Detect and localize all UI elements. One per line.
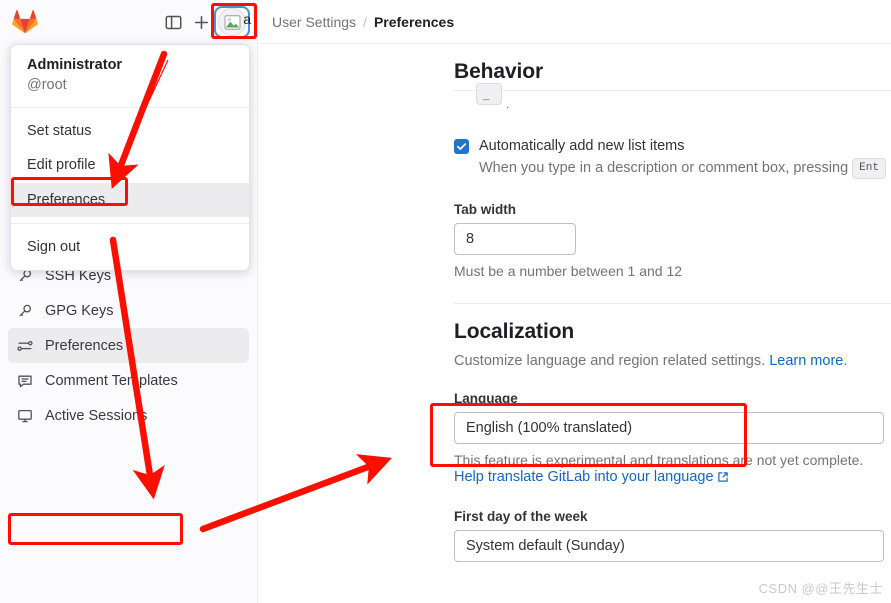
translate-link-row: Help translate GitLab into your language [454, 469, 891, 487]
kbd-enter: Ent [852, 158, 886, 179]
key-icon [16, 302, 33, 319]
section-title-localization: Localization [454, 319, 575, 343]
monitor-icon [16, 407, 33, 424]
sidebar-item-label: Active Sessions [45, 407, 148, 424]
breadcrumb-separator: / [363, 13, 367, 30]
sidebar-item-comment-templates[interactable]: Comment Templates [8, 363, 249, 398]
highlight-box-sidebar-preferences [8, 513, 183, 545]
gitlab-logo-icon[interactable] [12, 9, 38, 35]
input-tab-width[interactable]: 8 [454, 222, 576, 255]
sidebar-header: a [0, 0, 257, 44]
panel-toggle-icon[interactable] [159, 8, 187, 36]
kbd-underscore: _ [476, 83, 502, 105]
localization-description: Customize language and region related se… [454, 353, 891, 369]
sidebar-item-label: GPG Keys [45, 302, 114, 319]
clipped-scrolled-text-row: _ . [454, 83, 891, 120]
user-avatar-button[interactable]: a [214, 6, 251, 38]
avatar: a [218, 8, 251, 36]
learn-more-link[interactable]: Learn more. [769, 353, 847, 369]
checkbox-label: Automatically add new list items [479, 138, 685, 154]
sidebar-item-preferences[interactable]: Preferences [8, 328, 249, 363]
left-sidebar: a Applications Chat [0, 0, 258, 603]
localization-description-text: Customize language and region related se… [454, 352, 766, 369]
preferences-icon [16, 337, 33, 354]
label-first-day-of-week: First day of the week [454, 508, 588, 524]
main-content: User Settings / Preferences Behavior _ . [258, 0, 891, 603]
external-link-icon [717, 471, 729, 487]
label-tab-width: Tab width [454, 201, 516, 217]
checkbox-row-auto-list-items[interactable]: Automatically add new list items When yo… [454, 136, 891, 180]
menu-item-set-status[interactable]: Set status [11, 114, 249, 148]
avatar-alt-text: a [243, 11, 251, 27]
comment-icon [16, 372, 33, 389]
menu-item-preferences[interactable]: Preferences [11, 182, 249, 218]
select-first-day-of-week[interactable]: System default (Sunday) [454, 529, 884, 562]
user-dropdown-menu: Administrator @root Set status Edit prof… [10, 44, 250, 272]
select-language[interactable]: English (100% translated) [454, 411, 884, 444]
breadcrumb-preferences: Preferences [373, 13, 455, 30]
checkbox-auto-list-items[interactable] [454, 139, 469, 154]
user-handle: @root [27, 76, 67, 93]
section-divider [454, 302, 891, 304]
user-name: Administrator [27, 57, 123, 73]
sidebar-item-label: Comment Templates [45, 372, 178, 389]
label-language: Language [454, 390, 518, 406]
settings-body: Behavior _ . Automatically add new list … [258, 60, 891, 562]
checkbox-help: When you type in a description or commen… [479, 158, 886, 180]
avatar-broken-image-icon [224, 14, 240, 30]
clipped-kbd-badge: _ [476, 83, 502, 105]
sidebar-item-label: Preferences [45, 337, 124, 354]
checkbox-help-text: When you type in a description or commen… [479, 160, 849, 177]
watermark: CSDN @@王先生士 [758, 581, 883, 596]
help-language: This feature is experimental and transla… [454, 451, 864, 468]
sidebar-item-gpg-keys[interactable]: GPG Keys [8, 293, 249, 328]
menu-item-sign-out[interactable]: Sign out [11, 230, 249, 264]
checkbox-text-block: Automatically add new list items When yo… [479, 136, 886, 180]
breadcrumb: User Settings / Preferences [258, 0, 891, 44]
user-dropdown-header: Administrator @root [11, 45, 249, 109]
user-dropdown-group-main: Set status Edit profile Preferences [11, 108, 249, 225]
plus-icon[interactable] [187, 8, 215, 36]
breadcrumb-user-settings[interactable]: User Settings [272, 14, 356, 30]
section-title-behavior: Behavior [454, 60, 544, 83]
sidebar-item-active-sessions[interactable]: Active Sessions [8, 398, 249, 433]
screenshot-root: a Applications Chat [0, 0, 891, 603]
help-translate-link[interactable]: Help translate GitLab into your language [454, 469, 714, 485]
menu-item-edit-profile[interactable]: Edit profile [11, 148, 249, 182]
help-tab-width: Must be a number between 1 and 12 [454, 262, 683, 279]
clipped-period: . [506, 97, 510, 111]
user-dropdown-group-signout: Sign out [11, 224, 249, 270]
